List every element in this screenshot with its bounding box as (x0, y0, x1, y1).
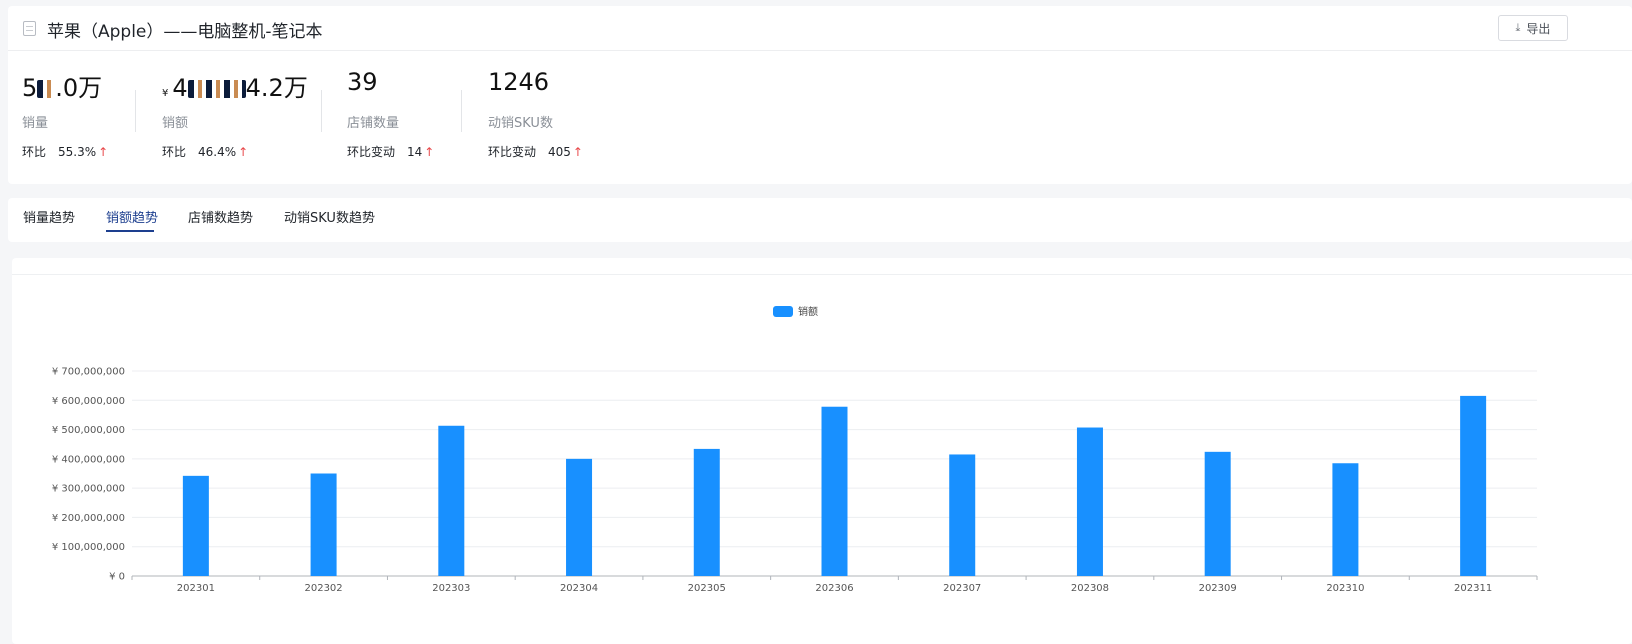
title-bar: 苹果（Apple）——电脑整机-笔记本 ⤓ 导出 (8, 6, 1632, 51)
bar (438, 425, 465, 576)
x-tick-label: 202307 (943, 583, 981, 594)
summary-card: 苹果（Apple）——电脑整机-笔记本 ⤓ 导出 5.0万 销量 环比 55.3%… (8, 6, 1632, 184)
bar (949, 454, 976, 576)
bar (566, 458, 593, 576)
redacted-mark (187, 80, 246, 98)
bar (1076, 427, 1103, 576)
tab-store-count-trend[interactable]: 店铺数趋势 (188, 207, 253, 226)
bar (1460, 395, 1487, 576)
tab-sales-volume-trend[interactable]: 销量趋势 (23, 207, 75, 226)
divider (135, 90, 136, 132)
arrow-up-icon: ↑ (572, 145, 583, 159)
download-icon: ⤓ (1515, 21, 1521, 34)
y-tick-label: ¥ 100,000,000 (52, 542, 125, 553)
x-tick-label: 202308 (1071, 583, 1109, 594)
kpi-sales-amount: ¥4 4.2万 销额 环比 46.4% ↑ (162, 50, 322, 184)
trend-tabs: 销量趋势 销额趋势 店铺数趋势 动销SKU数趋势 (8, 198, 1632, 242)
y-tick-label: ¥ 200,000,000 (52, 513, 125, 524)
bar (182, 475, 209, 576)
arrow-up-icon: ↑ (98, 145, 109, 159)
kpi-active-sku: 1246 动销SKU数 环比变动 405 ↑ (488, 50, 618, 184)
kpi-value: ¥4 4.2万 (162, 74, 308, 102)
legend-label: 销额 (798, 305, 818, 318)
divider (461, 90, 462, 132)
kpi-store-count: 39 店铺数量 环比变动 14 ↑ (347, 50, 457, 184)
y-tick-label: ¥ 300,000,000 (52, 484, 125, 495)
legend-swatch (773, 306, 793, 317)
document-icon (23, 21, 36, 36)
divider (321, 90, 322, 132)
bar (821, 406, 848, 576)
bar (1204, 451, 1231, 576)
tab-sales-amount-trend[interactable]: 销额趋势 (106, 207, 158, 226)
x-tick-label: 202303 (432, 583, 470, 594)
x-tick-label: 202302 (304, 583, 342, 594)
export-label: 导出 (1526, 21, 1551, 36)
bar (1332, 463, 1359, 576)
x-tick-label: 202301 (177, 583, 215, 594)
x-tick-label: 202304 (560, 583, 598, 594)
y-tick-label: ¥ 500,000,000 (52, 425, 125, 436)
x-tick-label: 202311 (1454, 583, 1492, 594)
y-tick-label: ¥ 400,000,000 (52, 454, 125, 465)
bar (693, 448, 720, 576)
bar (310, 473, 337, 576)
y-tick-label: ¥ 600,000,000 (52, 396, 125, 407)
x-tick-label: 202310 (1326, 583, 1364, 594)
export-button[interactable]: ⤓ 导出 (1498, 15, 1568, 41)
kpi-change: 环比变动 14 ↑ (347, 145, 435, 159)
kpi-label: 店铺数量 (347, 116, 400, 131)
arrow-up-icon: ↑ (238, 145, 249, 159)
chart-panel: 销额 ¥ 0 ¥ 100,000,000 ¥ 200,000,000 ¥ 300,000… (12, 258, 1632, 644)
x-tick-label: 202309 (1199, 583, 1237, 594)
kpi-change: 环比 55.3% ↑ (22, 145, 109, 159)
sales-amount-bar-chart: 销额 ¥ 0 ¥ 100,000,000 ¥ 200,000,000 ¥ 300,000… (52, 305, 1538, 594)
kpi-value: 5.0万 (22, 74, 103, 102)
kpi-value: 39 (347, 68, 378, 96)
tab-active-sku-trend[interactable]: 动销SKU数趋势 (284, 207, 375, 226)
arrow-up-icon: ↑ (424, 145, 435, 159)
x-tick-label: 202305 (688, 583, 726, 594)
x-tick-label: 202306 (815, 583, 853, 594)
y-tick-label: ¥ 0 (109, 572, 125, 583)
kpi-label: 销额 (162, 116, 189, 131)
kpi-change: 环比变动 405 ↑ (488, 145, 583, 159)
kpi-value: 1246 (488, 68, 550, 96)
kpi-label: 动销SKU数 (488, 116, 553, 131)
active-tab-indicator (106, 230, 154, 232)
page-title: 苹果（Apple）——电脑整机-笔记本 (47, 22, 323, 42)
kpi-change: 环比 46.4% ↑ (162, 145, 249, 159)
kpi-sales-volume: 5.0万 销量 环比 55.3% ↑ (22, 50, 142, 184)
y-tick-label: ¥ 700,000,000 (52, 367, 125, 378)
kpi-label: 销量 (22, 116, 49, 131)
redacted-mark (37, 80, 56, 98)
